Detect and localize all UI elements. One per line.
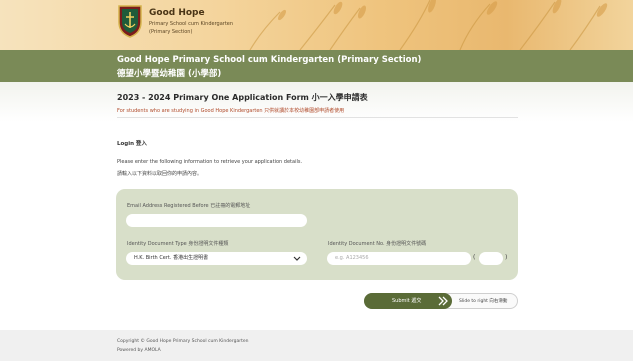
id-type-selected-value: H.K. Birth Cert. 香港出生證明書 xyxy=(134,255,209,261)
school-title-zh: 德望小學暨幼稚園 (小學部) xyxy=(117,69,222,79)
brand-subtitle: Primary School cum Kindergarten (Primary… xyxy=(149,20,259,36)
header-banner: Good Hope Primary School cum Kindergarte… xyxy=(0,0,633,50)
brand-subtitle-line2: (Primary Section) xyxy=(149,29,193,35)
brand-subtitle-line1: Primary School cum Kindergarten xyxy=(149,21,234,27)
id-type-select[interactable]: H.K. Birth Cert. 香港出生證明書 xyxy=(126,252,307,265)
school-title-en: Good Hope Primary School cum Kindergarte… xyxy=(117,55,422,65)
divider xyxy=(117,117,518,118)
double-chevron-right-icon xyxy=(438,295,448,309)
id-number-label: Identity Document No. 身份證明文件號碼 xyxy=(328,241,427,247)
footer-copyright: Copyright © Good Hope Primary School cum… xyxy=(117,339,249,344)
id-type-label: Identity Document Type 身份證明文件種類 xyxy=(127,241,229,247)
paren-close: ) xyxy=(505,254,508,261)
instruction-en: Please enter the following information t… xyxy=(117,159,303,165)
footer xyxy=(0,330,633,361)
footer-powered-by: Powered by AMOLA xyxy=(117,348,161,353)
id-check-digit-field[interactable] xyxy=(479,252,503,265)
form-title: 2023 - 2024 Primary One Application Form… xyxy=(117,93,368,102)
id-number-field[interactable] xyxy=(327,252,471,265)
brand-name: Good Hope xyxy=(149,8,205,18)
chevron-down-icon xyxy=(293,252,301,270)
submit-label: Submit 遞交 xyxy=(392,298,422,304)
slide-hint: Slide to right 向右滑動 xyxy=(459,299,508,304)
email-field[interactable] xyxy=(126,214,307,227)
paren-open: ( xyxy=(473,254,476,261)
form-eligibility-note: For students who are studying in Good Ho… xyxy=(117,108,345,114)
instruction-zh: 請輸入以下資料以取回你的申請內容。 xyxy=(117,171,203,177)
school-crest-icon xyxy=(118,5,142,38)
login-heading: Login 登入 xyxy=(117,141,147,147)
email-label: Email Address Registered Before 已註冊的電郵地址 xyxy=(127,203,251,209)
submit-slider-handle[interactable]: Submit 遞交 xyxy=(364,293,452,309)
wheat-background-image xyxy=(249,0,608,50)
school-title-bar: Good Hope Primary School cum Kindergarte… xyxy=(0,50,633,82)
